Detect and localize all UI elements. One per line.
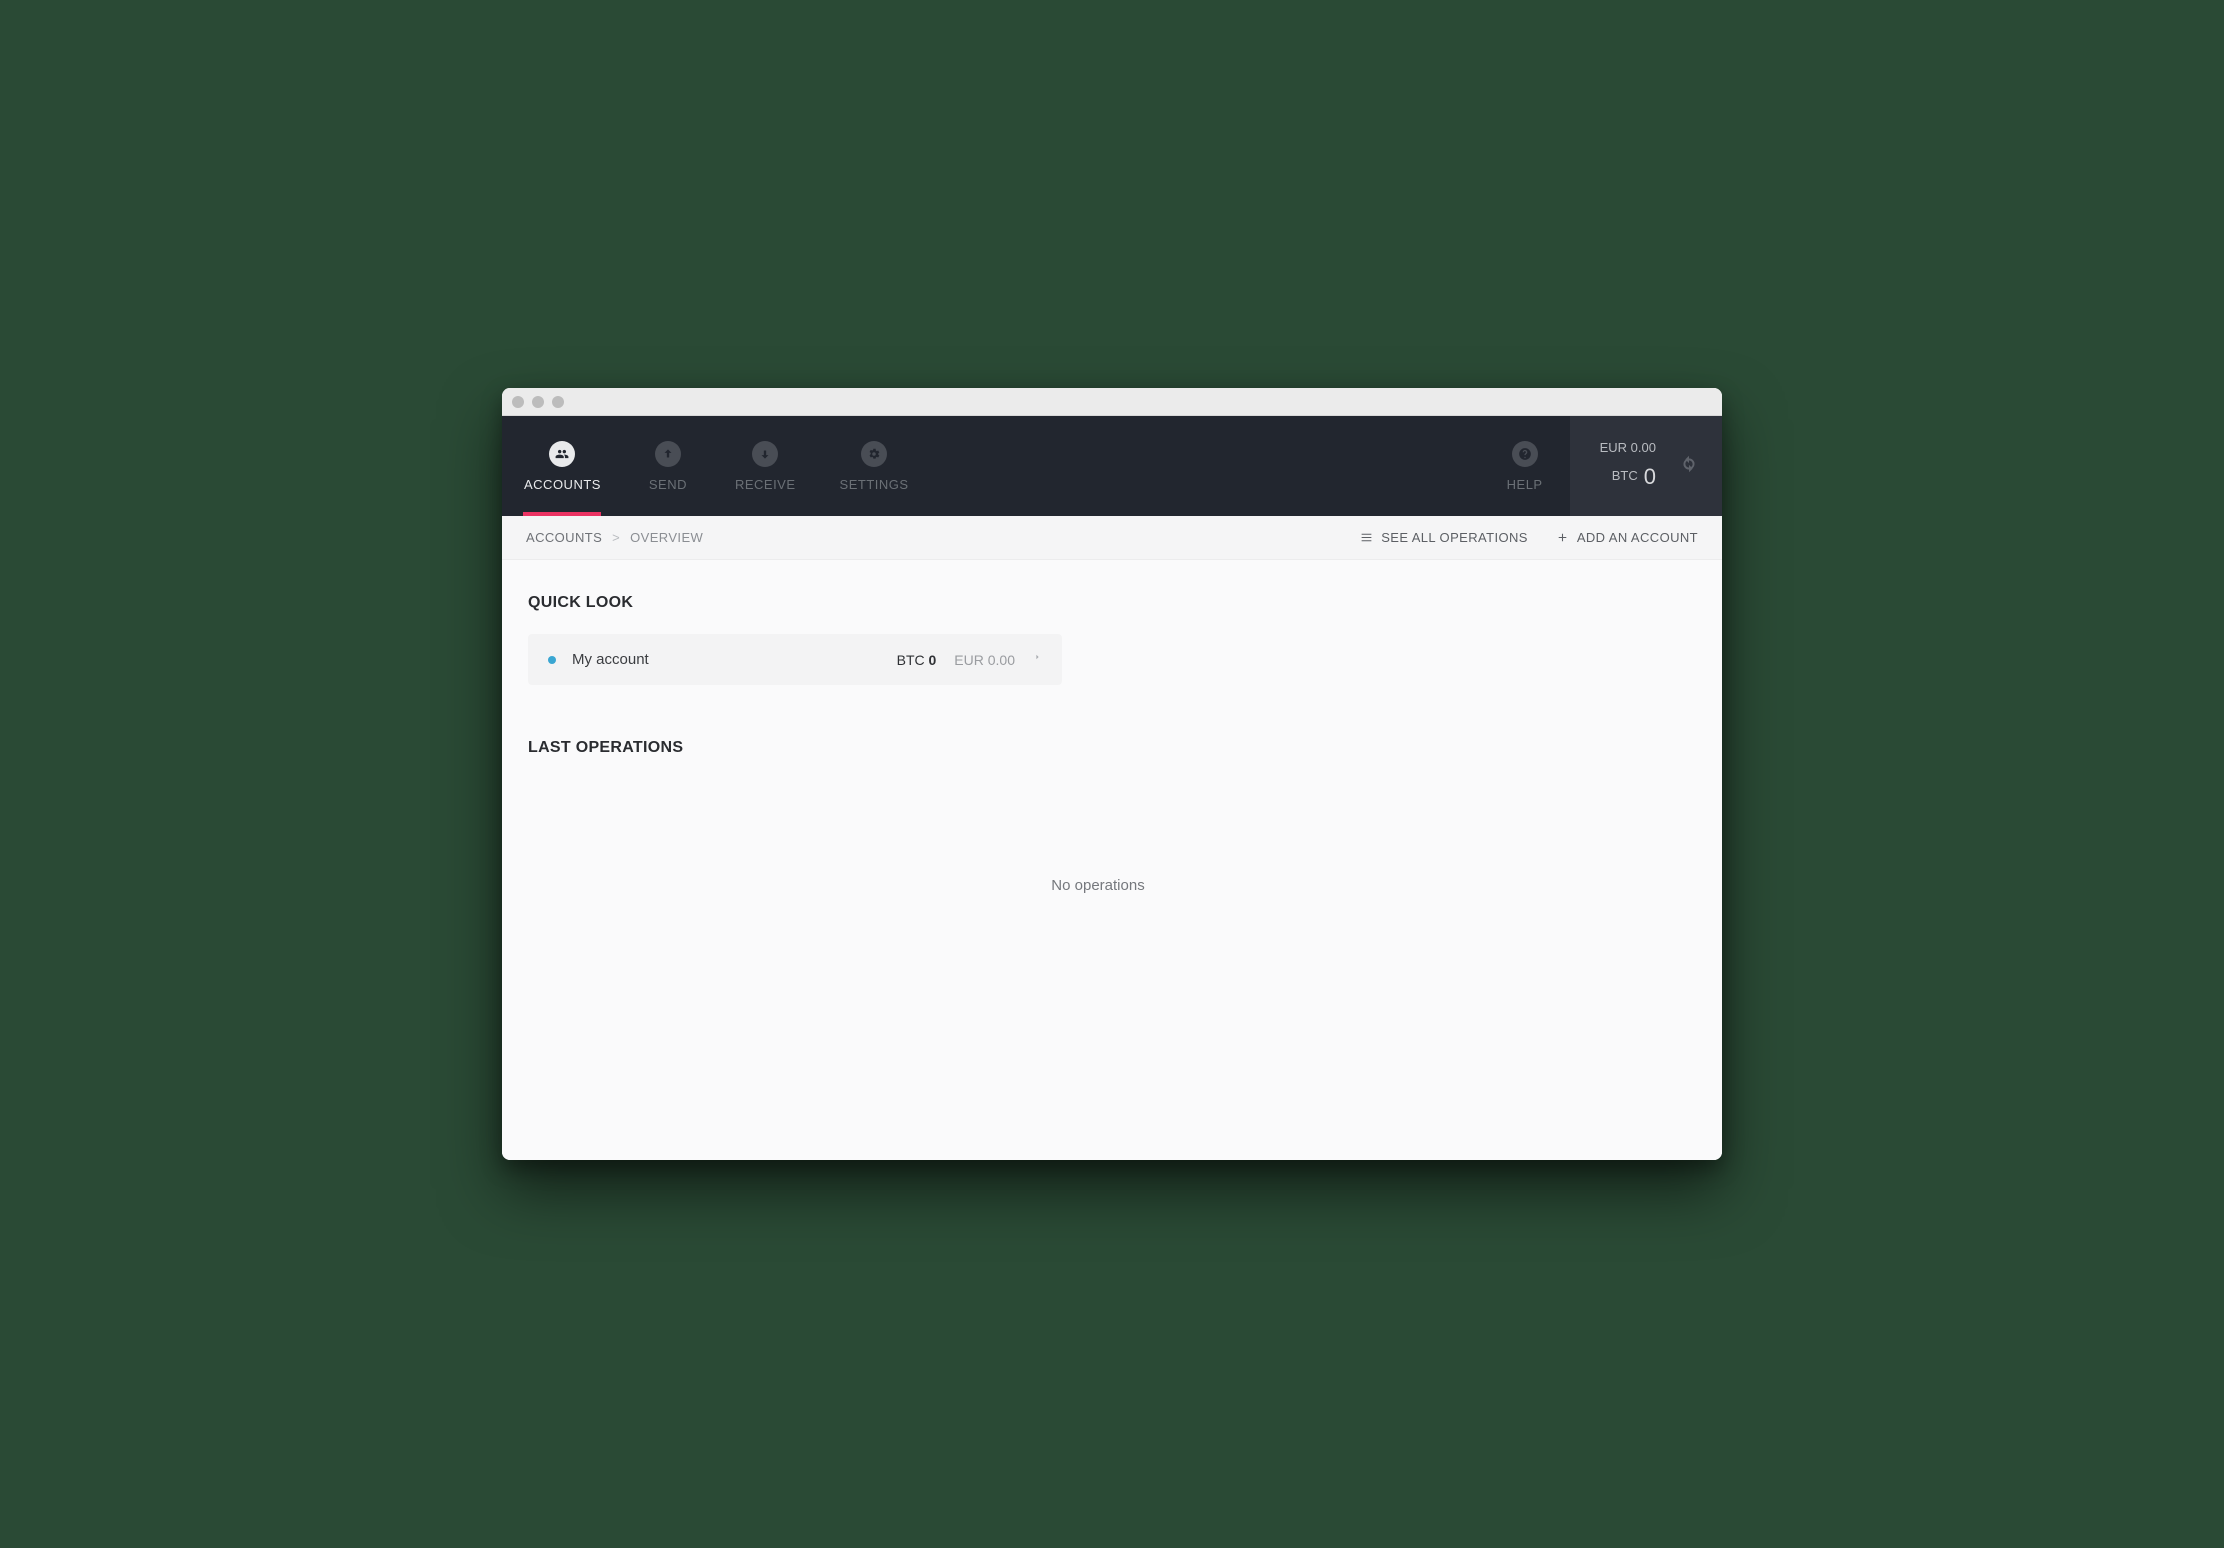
content-area: QUICK LOOK My account BTC 0 EUR 0.00 LAS…	[502, 560, 1722, 1160]
subheader: ACCOUNTS > OVERVIEW SEE ALL OPERATIONS A…	[502, 516, 1722, 560]
balance-btc-label: BTC	[1612, 466, 1638, 487]
breadcrumb-current: OVERVIEW	[630, 530, 703, 545]
list-icon	[1360, 531, 1373, 544]
help-icon	[1512, 441, 1538, 467]
plus-icon	[1556, 531, 1569, 544]
breadcrumb-separator: >	[612, 530, 620, 545]
app-window: ACCOUNTS SEND RECEIVE SETTINGS	[502, 388, 1722, 1160]
account-btc-balance: BTC 0	[897, 652, 937, 668]
nav-send[interactable]: SEND	[623, 416, 713, 516]
account-card[interactable]: My account BTC 0 EUR 0.00	[528, 634, 1062, 685]
balance-btc-value: 0	[1644, 459, 1656, 494]
balance-text: EUR 0.00 BTC 0	[1600, 438, 1656, 494]
account-fiat-balance: EUR 0.00	[954, 652, 1015, 668]
nav-receive-label: RECEIVE	[735, 477, 796, 492]
receive-icon	[752, 441, 778, 467]
account-status-dot	[548, 656, 556, 664]
window-close-dot[interactable]	[512, 396, 524, 408]
balance-panel: EUR 0.00 BTC 0	[1570, 416, 1722, 516]
account-name: My account	[572, 651, 897, 668]
breadcrumb-root[interactable]: ACCOUNTS	[526, 530, 602, 545]
send-icon	[655, 441, 681, 467]
nav-accounts-label: ACCOUNTS	[524, 477, 601, 492]
nav-settings-label: SETTINGS	[840, 477, 909, 492]
no-operations-text: No operations	[528, 877, 1668, 894]
nav-accounts[interactable]: ACCOUNTS	[502, 416, 623, 516]
primary-nav: ACCOUNTS SEND RECEIVE SETTINGS	[502, 416, 931, 516]
top-navbar: ACCOUNTS SEND RECEIVE SETTINGS	[502, 416, 1722, 516]
breadcrumb: ACCOUNTS > OVERVIEW	[526, 530, 703, 545]
window-minimize-dot[interactable]	[532, 396, 544, 408]
chevron-right-icon	[1033, 650, 1042, 669]
window-titlebar	[502, 388, 1722, 416]
window-zoom-dot[interactable]	[552, 396, 564, 408]
nav-receive[interactable]: RECEIVE	[713, 416, 818, 516]
last-operations-heading: LAST OPERATIONS	[528, 739, 1668, 757]
balance-fiat: EUR 0.00	[1600, 438, 1656, 459]
nav-help-label: HELP	[1507, 477, 1543, 492]
refresh-button[interactable]	[1678, 453, 1700, 480]
add-account-label: ADD AN ACCOUNT	[1577, 530, 1698, 545]
nav-help[interactable]: HELP	[1480, 416, 1570, 516]
nav-send-label: SEND	[649, 477, 687, 492]
accounts-icon	[549, 441, 575, 467]
add-account-button[interactable]: ADD AN ACCOUNT	[1556, 530, 1698, 545]
nav-settings[interactable]: SETTINGS	[818, 416, 931, 516]
settings-icon	[861, 441, 887, 467]
see-all-operations-button[interactable]: SEE ALL OPERATIONS	[1360, 530, 1528, 545]
see-all-operations-label: SEE ALL OPERATIONS	[1381, 530, 1528, 545]
quick-look-heading: QUICK LOOK	[528, 594, 1668, 612]
